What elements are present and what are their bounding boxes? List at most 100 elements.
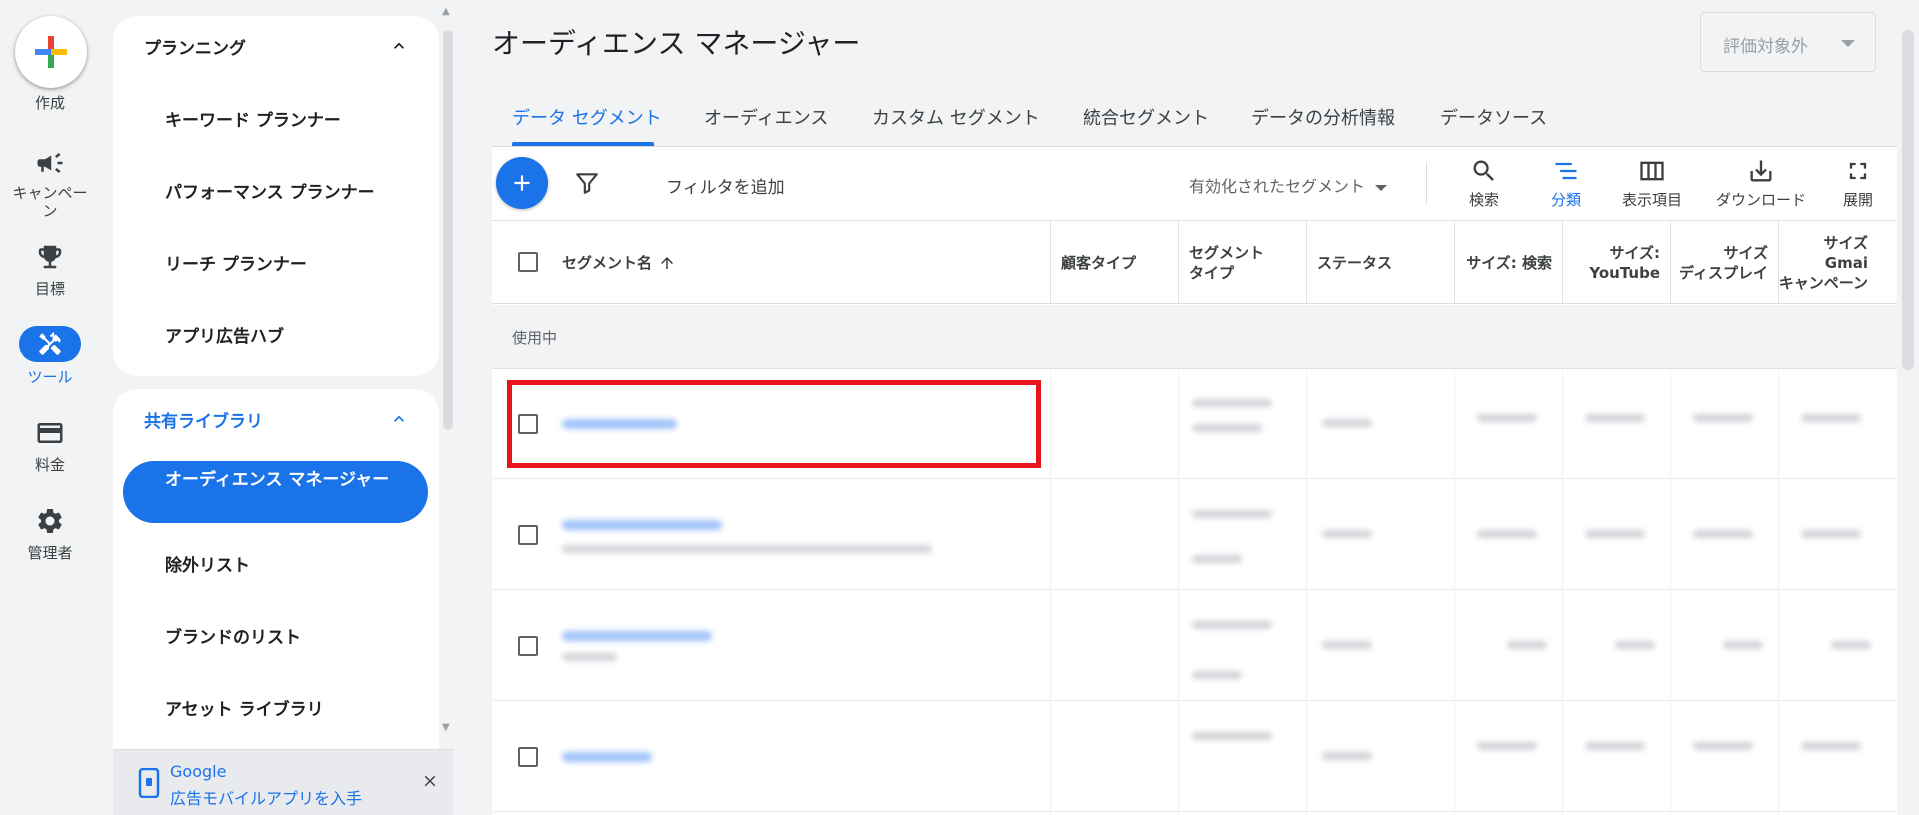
nav-audience-manager[interactable]: オーディエンス マネージャー <box>123 461 428 523</box>
tab-audiences[interactable]: オーディエンス <box>704 104 828 130</box>
rail-item-billing[interactable]: 料金 <box>0 418 100 475</box>
phone-icon <box>138 768 160 798</box>
rail-label-billing: 料金 <box>34 456 65 474</box>
fullscreen-icon <box>1849 162 1867 180</box>
tab-custom-segments[interactable]: カスタム セグメント <box>872 104 1040 130</box>
plus-icon <box>514 175 530 191</box>
segment-button[interactable]: 分類 <box>1521 157 1611 210</box>
promo-line-1: Google <box>170 762 227 781</box>
nav-app-ads-hub[interactable]: アプリ広告ハブ <box>165 322 284 347</box>
blurred-cell <box>1507 641 1547 649</box>
col-segment-type[interactable]: セグメント タイプ <box>1178 221 1306 304</box>
table-row[interactable] <box>492 702 1897 812</box>
blurred-cell <box>1477 414 1537 422</box>
close-icon[interactable] <box>421 772 439 790</box>
credit-card-icon <box>37 423 63 443</box>
tools-pill <box>19 326 81 362</box>
tab-data-sources[interactable]: データソース <box>1440 104 1547 130</box>
blurred-cell <box>1585 742 1645 750</box>
shared-library-heading[interactable]: 共有ライブラリ <box>144 407 263 432</box>
left-rail: 作成 キャンペーン 目標 ツール 料金 管理者 <box>0 0 100 815</box>
row-checkbox[interactable] <box>518 525 538 545</box>
expand-label: 展開 <box>1842 191 1873 209</box>
columns-icon <box>1640 161 1664 181</box>
download-icon <box>1750 160 1772 182</box>
col-status[interactable]: ステータス <box>1306 221 1454 304</box>
planning-card: プランニング キーワード プランナー パフォーマンス プランナー リーチ プラン… <box>113 16 439 376</box>
chevron-up-icon[interactable] <box>389 36 409 56</box>
blurred-cell <box>1322 752 1372 760</box>
col-size-search[interactable]: サイズ: 検索 <box>1454 221 1562 304</box>
column-divider <box>1778 305 1779 815</box>
table-header: セグメント名 顧客タイプ セグメント タイプ ステータス サイズ: 検索 サイズ… <box>492 221 1897 304</box>
rail-label-tools: ツール <box>27 368 73 386</box>
col-size-youtube[interactable]: サイズ: YouTube <box>1562 221 1670 304</box>
promo-line-2: 広告モバイルアプリを入手 <box>170 789 363 808</box>
shared-library-card: 共有ライブラリ オーディエンス マネージャー 除外リスト ブランドのリスト アセ… <box>113 389 439 749</box>
rail-label-admin: 管理者 <box>27 544 73 562</box>
row-checkbox[interactable] <box>518 747 538 767</box>
segment-status-select[interactable]: 有効化されたセグメント <box>1189 173 1388 197</box>
segment-name-link[interactable] <box>562 631 712 641</box>
scope-select-value: 評価対象外 <box>1723 37 1808 57</box>
col-size-gmail[interactable]: サイズ Gmai キャンペーン <box>1778 221 1878 304</box>
chevron-up-icon[interactable] <box>389 409 409 429</box>
trophy-icon <box>38 245 62 269</box>
col-segment-name-label: セグメント名 <box>562 253 653 272</box>
filter-icon[interactable] <box>574 170 600 196</box>
main-scrollbar[interactable] <box>1902 30 1914 370</box>
nav-performance-planner[interactable]: パフォーマンス プランナー <box>165 178 375 203</box>
row-checkbox[interactable] <box>518 636 538 656</box>
scope-select[interactable]: 評価対象外 <box>1700 12 1876 72</box>
blurred-cell <box>1322 641 1372 649</box>
nav-asset-library[interactable]: アセット ライブラリ <box>165 695 324 720</box>
col-segment-name[interactable]: セグメント名 <box>552 221 1042 304</box>
select-all-checkbox[interactable] <box>518 252 538 272</box>
blurred-cell <box>1192 399 1272 407</box>
rail-item-goals[interactable]: 目標 <box>0 242 100 299</box>
search-button[interactable]: 検索 <box>1439 157 1529 210</box>
table-row[interactable] <box>492 591 1897 701</box>
columns-button[interactable]: 表示項目 <box>1607 157 1697 210</box>
column-divider <box>1306 305 1307 815</box>
segment-status-value: 有効化されたセグメント <box>1189 177 1366 196</box>
search-icon <box>1473 160 1494 181</box>
column-divider <box>1178 305 1179 815</box>
mobile-app-promo[interactable]: Google 広告モバイルアプリを入手 <box>113 749 453 815</box>
blurred-cell <box>1801 530 1861 538</box>
blurred-cell <box>1723 641 1763 649</box>
tab-combined-segments[interactable]: 統合セグメント <box>1083 104 1209 130</box>
tab-data-insights[interactable]: データの分析情報 <box>1251 104 1395 130</box>
rail-item-campaigns[interactable]: キャンペーン <box>0 148 100 220</box>
segment-name-link[interactable] <box>562 752 652 762</box>
rail-label-campaigns: キャンペーン <box>12 184 88 220</box>
segment-label: 分類 <box>1550 191 1581 209</box>
create-button[interactable] <box>15 16 87 88</box>
col-size-youtube-line2: YouTube <box>1589 263 1660 282</box>
table-row[interactable] <box>492 480 1897 590</box>
blurred-cell <box>562 653 617 661</box>
expand-button[interactable]: 展開 <box>1822 157 1894 210</box>
nav-exclusion-lists[interactable]: 除外リスト <box>165 551 250 576</box>
rail-item-admin[interactable]: 管理者 <box>0 506 100 563</box>
col-customer-type[interactable]: 顧客タイプ <box>1050 221 1178 304</box>
nav-reach-planner[interactable]: リーチ プランナー <box>165 250 307 275</box>
add-filter-input[interactable]: フィルタを追加 <box>666 173 785 198</box>
col-size-display[interactable]: サイズ ディスプレイ <box>1670 221 1778 304</box>
col-size-gmail-line2: Gmai <box>1824 253 1868 272</box>
group-row-in-use: 使用中 <box>492 305 1897 369</box>
planning-heading[interactable]: プランニング <box>144 34 246 59</box>
nav-brand-lists[interactable]: ブランドのリスト <box>165 623 301 648</box>
column-divider <box>1454 305 1455 815</box>
scroll-down-arrow[interactable]: ▼ <box>442 722 450 733</box>
add-segment-button[interactable] <box>496 157 548 209</box>
rail-item-tools[interactable]: ツール <box>0 326 100 387</box>
segment-name-link[interactable] <box>562 520 722 530</box>
sidenav-scrollbar[interactable] <box>443 30 453 430</box>
nav-keyword-planner[interactable]: キーワード プランナー <box>165 106 341 131</box>
download-button[interactable]: ダウンロード <box>1706 157 1816 210</box>
create-label: 作成 <box>34 94 65 112</box>
scroll-up-arrow[interactable]: ▲ <box>442 6 450 17</box>
tab-data-segments[interactable]: データ セグメント <box>512 104 662 130</box>
col-segment-type-line1: セグメント <box>1189 243 1265 262</box>
